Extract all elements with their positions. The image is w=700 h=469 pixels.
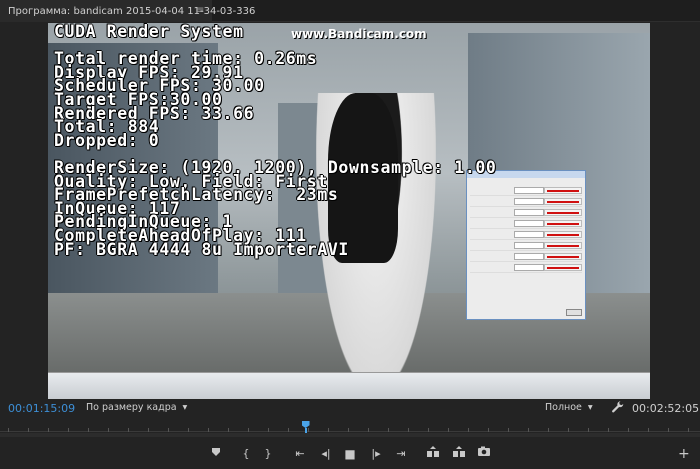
panel-tab-bar: Программа: bandicam 2015-04-04 11-34-03-…: [0, 0, 700, 22]
dialog-row: [470, 186, 582, 196]
dialog-row: [470, 197, 582, 207]
zoom-level-select[interactable]: По размеру кадра ▾: [86, 402, 187, 413]
dialog-row: [470, 252, 582, 262]
dialog-row: [470, 230, 582, 240]
overlay-line: Dropped: 0: [54, 130, 160, 150]
chevron-down-icon: ▾: [182, 402, 188, 413]
lift-icon[interactable]: [425, 446, 441, 462]
mark-in-icon[interactable]: {: [238, 446, 254, 462]
panel-menu-icon[interactable]: ≡: [196, 5, 206, 17]
dialog-row: [470, 208, 582, 218]
step-back-icon[interactable]: ◂|: [318, 446, 334, 462]
go-to-in-icon[interactable]: ⇤: [292, 446, 308, 462]
dialog-row: [470, 241, 582, 251]
program-monitor-tab-label: Программа: bandicam 2015-04-04 11-34-03-…: [8, 5, 256, 17]
bandicam-watermark: www.Bandicam.com: [291, 27, 427, 41]
mark-out-icon[interactable]: }: [260, 446, 276, 462]
zoom-level-value: По размеру кадра: [86, 402, 177, 413]
dialog-row: [470, 219, 582, 229]
add-marker-icon[interactable]: [208, 446, 224, 462]
add-button-icon[interactable]: +: [678, 446, 690, 462]
chevron-down-icon: ▾: [587, 402, 593, 413]
time-ruler-ticks: [8, 428, 692, 432]
program-monitor-tab[interactable]: Программа: bandicam 2015-04-04 11-34-03-…: [0, 0, 255, 22]
overlay-line: CUDA Render System: [54, 23, 244, 41]
dialog-close-button: [566, 309, 582, 316]
settings-wrench-icon[interactable]: [611, 400, 625, 414]
duration-timecode: 00:02:52:05: [632, 402, 700, 415]
dialog-tabs: [467, 178, 585, 185]
video-person-hair: [328, 93, 398, 263]
overlay-line: PF: BGRA 4444 8u ImporterAVI: [54, 239, 349, 259]
extract-icon[interactable]: [451, 446, 467, 462]
zoom-scrollbar[interactable]: [0, 433, 700, 437]
current-timecode[interactable]: 00:01:15:09: [8, 402, 75, 415]
dialog-row: [470, 263, 582, 273]
program-monitor-video[interactable]: www.Bandicam.com CUDA Render System Total…: [48, 23, 650, 399]
step-forward-icon[interactable]: |▸: [368, 446, 384, 462]
playback-resolution-select[interactable]: Полное ▾: [545, 402, 593, 413]
captured-windows-taskbar: [48, 372, 650, 399]
camera-icon[interactable]: [476, 446, 492, 462]
captured-settings-dialog: [466, 170, 586, 320]
playback-resolution-value: Полное: [545, 402, 582, 413]
transport-controls: { } ⇤ ◂| ■ |▸ ⇥: [0, 444, 700, 464]
go-to-out-icon[interactable]: ⇥: [393, 446, 409, 462]
stop-icon[interactable]: ■: [342, 446, 358, 462]
